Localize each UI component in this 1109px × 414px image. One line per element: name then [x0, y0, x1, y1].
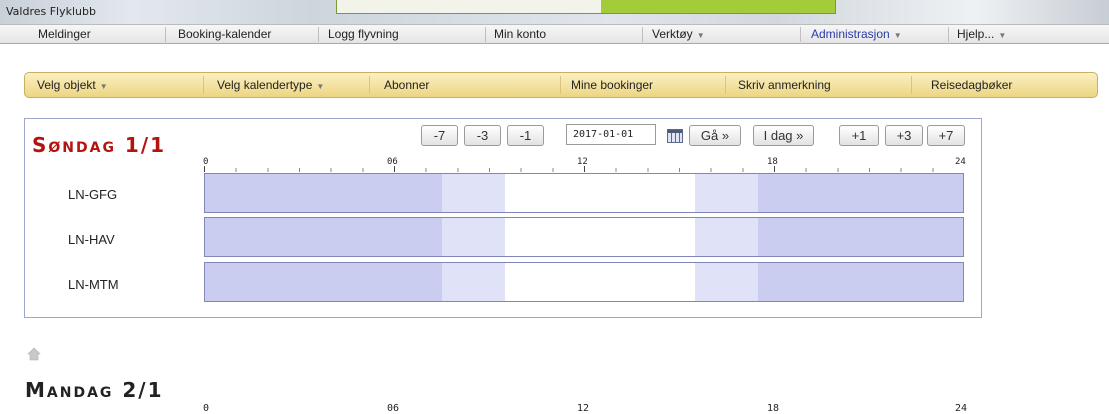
nav-separator — [165, 27, 166, 42]
night-period — [205, 218, 442, 256]
main-nav: Meldinger Booking-kalender Logg flyvning… — [0, 24, 1109, 44]
axis-tick-label: 12 — [577, 403, 590, 414]
header-banner — [336, 0, 836, 14]
daylight-period — [505, 263, 695, 301]
axis-tick-label: 24 — [955, 403, 968, 414]
nav-item-meldinger[interactable]: Meldinger — [38, 25, 91, 44]
booking-timeline-ln-mtm[interactable] — [204, 262, 964, 302]
twilight-period — [441, 263, 506, 301]
nav-item-min-konto[interactable]: Min konto — [494, 25, 546, 44]
nav-item-hjelp-label: Hjelp... — [957, 27, 995, 41]
nav-item-administrasjon[interactable]: Administrasjon ▼ — [811, 25, 902, 44]
go-button[interactable]: Gå » — [689, 125, 741, 146]
axis-tick-label: 18 — [767, 403, 780, 414]
aircraft-label: LN-GFG — [68, 187, 118, 202]
subnav-velg-objekt-label: Velg objekt — [37, 78, 96, 92]
nav-item-logg-flyvning[interactable]: Logg flyvning — [328, 25, 399, 44]
night-period — [205, 174, 442, 212]
nav-item-booking-kalender[interactable]: Booking-kalender — [178, 25, 271, 44]
plus-3-days-button[interactable]: +3 — [885, 125, 923, 146]
twilight-period — [694, 218, 758, 256]
axis-major-ticks — [204, 166, 964, 172]
subnav-velg-objekt[interactable]: Velg objekt ▼ — [37, 73, 108, 97]
booking-timeline-ln-hav[interactable] — [204, 217, 964, 257]
site-title: Valdres Flyklubb — [6, 5, 96, 18]
nav-item-verktoy-label: Verktøy — [652, 27, 693, 41]
minus-3-days-button[interactable]: -3 — [464, 125, 501, 146]
nav-separator — [642, 27, 643, 42]
chevron-down-icon: ▼ — [893, 31, 902, 40]
subnav-skriv-anmerkning[interactable]: Skriv anmerkning — [738, 73, 831, 97]
today-button[interactable]: I dag » — [753, 125, 814, 146]
subnav-velg-kalendertype-label: Velg kalendertype — [217, 78, 313, 92]
plus-7-days-button[interactable]: +7 — [927, 125, 965, 146]
twilight-period — [694, 263, 758, 301]
nav-item-administrasjon-label: Administrasjon — [811, 27, 890, 41]
day-title-monday: Mandag 2/1 — [25, 378, 164, 402]
nav-item-verktoy[interactable]: Verktøy ▼ — [652, 25, 705, 44]
night-period — [757, 174, 963, 212]
nav-separator — [948, 27, 949, 42]
nav-separator — [318, 27, 319, 42]
night-period — [757, 263, 963, 301]
twilight-period — [441, 218, 506, 256]
subnav-velg-kalendertype[interactable]: Velg kalendertype ▼ — [217, 73, 324, 97]
subnav-separator — [203, 76, 204, 94]
subnav-separator — [725, 76, 726, 94]
booking-timeline-ln-gfg[interactable] — [204, 173, 964, 213]
twilight-period — [694, 174, 758, 212]
night-period — [205, 263, 442, 301]
plus-1-day-button[interactable]: +1 — [839, 125, 879, 146]
subnav-separator — [560, 76, 561, 94]
subnav-separator — [369, 76, 370, 94]
axis-tick-label: 0 — [203, 403, 210, 414]
aircraft-label: LN-HAV — [68, 232, 115, 247]
aircraft-label: LN-MTM — [68, 277, 119, 292]
daylight-period — [505, 174, 695, 212]
chevron-down-icon: ▼ — [99, 82, 108, 91]
nav-item-hjelp[interactable]: Hjelp... ▼ — [957, 25, 1006, 44]
home-icon[interactable] — [27, 347, 41, 361]
subnav-separator — [911, 76, 912, 94]
chevron-down-icon: ▼ — [998, 31, 1007, 40]
site-header: Valdres Flyklubb — [0, 0, 1109, 24]
calendar-icon[interactable] — [667, 129, 683, 143]
minus-7-days-button[interactable]: -7 — [421, 125, 458, 146]
twilight-period — [441, 174, 506, 212]
night-period — [757, 218, 963, 256]
day-title-sunday: Søndag 1/1 — [32, 133, 167, 157]
nav-separator — [485, 27, 486, 42]
daylight-period — [505, 218, 695, 256]
sub-nav: Velg objekt ▼ Velg kalendertype ▼ Abonner … — [24, 72, 1098, 98]
subnav-abonner[interactable]: Abonner — [384, 73, 429, 97]
subnav-mine-bookinger[interactable]: Mine bookinger — [571, 73, 653, 97]
nav-separator — [800, 27, 801, 42]
date-field[interactable] — [566, 124, 656, 145]
chevron-down-icon: ▼ — [316, 82, 325, 91]
chevron-down-icon: ▼ — [696, 31, 705, 40]
axis-tick-label: 06 — [387, 403, 400, 414]
subnav-reisedagboker[interactable]: Reisedagbøker — [931, 73, 1012, 97]
minus-1-day-button[interactable]: -1 — [507, 125, 544, 146]
